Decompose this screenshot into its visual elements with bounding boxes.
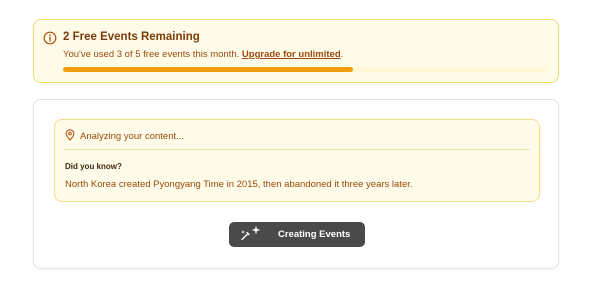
analysis-panel: Analyzing your content... Did you know? …	[54, 119, 540, 202]
sparkle-icon	[251, 225, 261, 235]
processing-card: Analyzing your content... Did you know? …	[33, 99, 559, 269]
analysis-status: Analyzing your content...	[80, 131, 185, 142]
map-pin-icon	[65, 129, 75, 141]
quota-message: You've used 3 of 5 free events this mont…	[63, 49, 343, 60]
fun-fact-text: North Korea created Pyongyang Time in 20…	[65, 179, 413, 190]
quota-message-text: You've used 3 of 5 free events this mont…	[63, 49, 242, 60]
creating-events-label: Creating Events	[278, 229, 351, 240]
quota-progress-bar	[63, 67, 547, 72]
divider	[64, 149, 530, 150]
quota-message-period: .	[340, 49, 344, 60]
upgrade-link[interactable]: Upgrade for unlimited	[242, 49, 341, 60]
creating-events-button[interactable]: Creating Events	[229, 222, 365, 247]
quota-title: 2 Free Events Remaining	[63, 31, 200, 43]
info-circle-icon	[43, 31, 57, 45]
did-you-know-label: Did you know?	[65, 162, 122, 171]
quota-progress-fill	[63, 67, 354, 72]
quota-banner: 2 Free Events Remaining You've used 3 of…	[33, 19, 559, 83]
